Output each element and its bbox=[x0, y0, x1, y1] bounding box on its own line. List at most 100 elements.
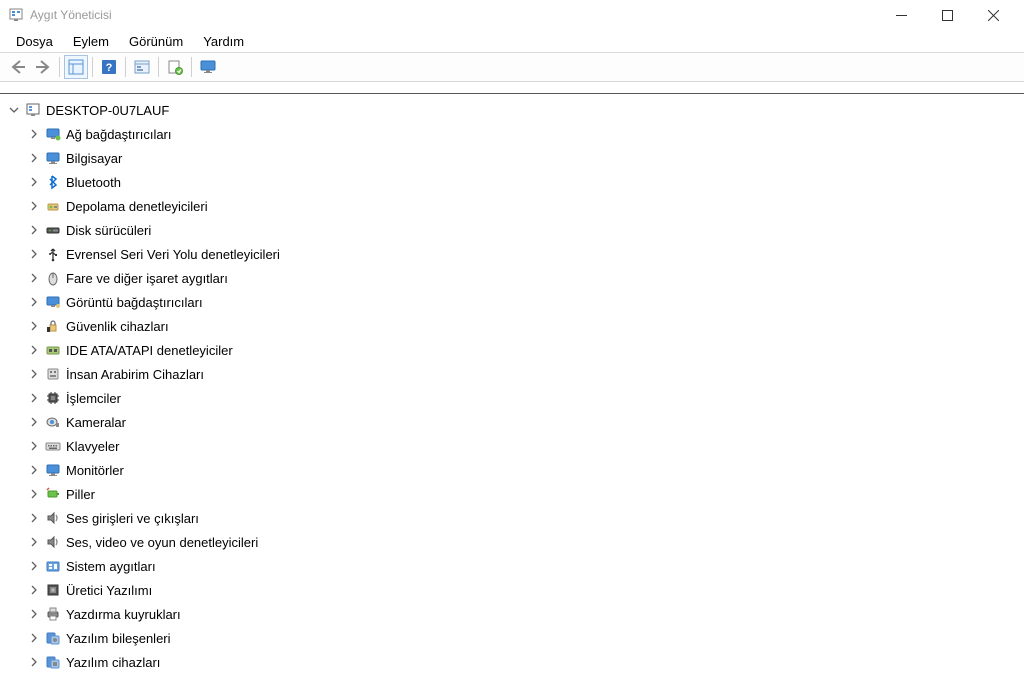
bluetooth-icon bbox=[44, 173, 62, 191]
camera-icon bbox=[44, 413, 62, 431]
tree-category[interactable]: Evrensel Seri Veri Yolu denetleyicileri bbox=[4, 242, 1024, 266]
chevron-right-icon[interactable] bbox=[26, 222, 42, 238]
toolbar-back-button[interactable] bbox=[6, 55, 30, 79]
computer-icon bbox=[44, 149, 62, 167]
tree-category[interactable]: Üretici Yazılımı bbox=[4, 578, 1024, 602]
window-controls bbox=[878, 0, 1016, 30]
maximize-button[interactable] bbox=[924, 0, 970, 30]
chevron-right-icon[interactable] bbox=[26, 366, 42, 382]
chevron-right-icon[interactable] bbox=[26, 174, 42, 190]
chevron-right-icon[interactable] bbox=[26, 630, 42, 646]
chevron-right-icon[interactable] bbox=[26, 126, 42, 142]
tree-category-label: IDE ATA/ATAPI denetleyiciler bbox=[66, 343, 233, 358]
toolbar: ? bbox=[0, 52, 1024, 82]
chevron-right-icon[interactable] bbox=[26, 294, 42, 310]
tree-category-label: Yazılım cihazları bbox=[66, 655, 160, 670]
chevron-down-icon[interactable] bbox=[6, 102, 22, 118]
tree-category[interactable]: Fare ve diğer işaret aygıtları bbox=[4, 266, 1024, 290]
chevron-right-icon[interactable] bbox=[26, 150, 42, 166]
tree-category[interactable]: Ses girişleri ve çıkışları bbox=[4, 506, 1024, 530]
tree-category-label: Piller bbox=[66, 487, 95, 502]
tree-category[interactable]: Yazdırma kuyrukları bbox=[4, 602, 1024, 626]
battery-icon bbox=[44, 485, 62, 503]
device-tree: DESKTOP-0U7LAUF Ağ bağdaştırıcıları Bilgi… bbox=[0, 94, 1024, 674]
toolbar-help-button[interactable]: ? bbox=[97, 55, 121, 79]
tree-category[interactable]: Kameralar bbox=[4, 410, 1024, 434]
title-bar: Aygıt Yöneticisi bbox=[0, 0, 1024, 30]
storage-icon bbox=[44, 197, 62, 215]
tree-category[interactable]: Klavyeler bbox=[4, 434, 1024, 458]
chevron-right-icon[interactable] bbox=[26, 582, 42, 598]
minimize-button[interactable] bbox=[878, 0, 924, 30]
close-button[interactable] bbox=[970, 0, 1016, 30]
software-dev-icon bbox=[44, 653, 62, 671]
audio-icon bbox=[44, 533, 62, 551]
toolbar-monitor-button[interactable] bbox=[196, 55, 220, 79]
hid-icon bbox=[44, 365, 62, 383]
menu-bar: Dosya Eylem Görünüm Yardım bbox=[0, 30, 1024, 52]
chevron-right-icon[interactable] bbox=[26, 318, 42, 334]
tree-category[interactable]: İnsan Arabirim Cihazları bbox=[4, 362, 1024, 386]
tree-category-label: Fare ve diğer işaret aygıtları bbox=[66, 271, 228, 286]
tree-root[interactable]: DESKTOP-0U7LAUF bbox=[4, 98, 1024, 122]
app-icon bbox=[8, 7, 24, 23]
menu-action[interactable]: Eylem bbox=[63, 32, 119, 51]
menu-help[interactable]: Yardım bbox=[193, 32, 254, 51]
tree-category[interactable]: Bluetooth bbox=[4, 170, 1024, 194]
toolbar-scan-button[interactable] bbox=[163, 55, 187, 79]
chevron-right-icon[interactable] bbox=[26, 438, 42, 454]
computer-root-icon bbox=[24, 101, 42, 119]
tree-category[interactable]: Sistem aygıtları bbox=[4, 554, 1024, 578]
chevron-right-icon[interactable] bbox=[26, 246, 42, 262]
tree-category[interactable]: Görüntü bağdaştırıcıları bbox=[4, 290, 1024, 314]
window-title: Aygıt Yöneticisi bbox=[30, 8, 878, 22]
chevron-right-icon[interactable] bbox=[26, 342, 42, 358]
usb-icon bbox=[44, 245, 62, 263]
chevron-right-icon[interactable] bbox=[26, 510, 42, 526]
tree-category-label: Sistem aygıtları bbox=[66, 559, 156, 574]
tree-category[interactable]: Piller bbox=[4, 482, 1024, 506]
chevron-right-icon[interactable] bbox=[26, 270, 42, 286]
tree-category[interactable]: Ağ bağdaştırıcıları bbox=[4, 122, 1024, 146]
processor-icon bbox=[44, 389, 62, 407]
tree-category[interactable]: Ses, video ve oyun denetleyicileri bbox=[4, 530, 1024, 554]
chevron-right-icon[interactable] bbox=[26, 414, 42, 430]
tree-category[interactable]: Monitörler bbox=[4, 458, 1024, 482]
chevron-right-icon[interactable] bbox=[26, 558, 42, 574]
toolbar-properties-button[interactable] bbox=[130, 55, 154, 79]
chevron-right-icon[interactable] bbox=[26, 654, 42, 670]
menu-view[interactable]: Görünüm bbox=[119, 32, 193, 51]
tree-category-label: Yazdırma kuyrukları bbox=[66, 607, 181, 622]
audio-io-icon bbox=[44, 509, 62, 527]
tree-category[interactable]: Yazılım bileşenleri bbox=[4, 626, 1024, 650]
monitor-icon bbox=[44, 461, 62, 479]
toolbar-show-hide-button[interactable] bbox=[64, 55, 88, 79]
tree-category-label: Bilgisayar bbox=[66, 151, 122, 166]
chevron-right-icon[interactable] bbox=[26, 606, 42, 622]
tree-category-label: Monitörler bbox=[66, 463, 124, 478]
tree-category-label: Bluetooth bbox=[66, 175, 121, 190]
disk-icon bbox=[44, 221, 62, 239]
tree-category[interactable]: Yazılım cihazları bbox=[4, 650, 1024, 674]
tree-category-label: Üretici Yazılımı bbox=[66, 583, 152, 598]
chevron-right-icon[interactable] bbox=[26, 390, 42, 406]
chevron-right-icon[interactable] bbox=[26, 486, 42, 502]
menu-file[interactable]: Dosya bbox=[6, 32, 63, 51]
chevron-right-icon[interactable] bbox=[26, 462, 42, 478]
keyboard-icon bbox=[44, 437, 62, 455]
tree-category[interactable]: Güvenlik cihazları bbox=[4, 314, 1024, 338]
svg-text:?: ? bbox=[106, 62, 113, 74]
tree-category[interactable]: IDE ATA/ATAPI denetleyiciler bbox=[4, 338, 1024, 362]
tree-category[interactable]: Depolama denetleyicileri bbox=[4, 194, 1024, 218]
tree-category-label: Disk sürücüleri bbox=[66, 223, 151, 238]
tree-root-label: DESKTOP-0U7LAUF bbox=[46, 103, 169, 118]
tree-category[interactable]: İşlemciler bbox=[4, 386, 1024, 410]
system-icon bbox=[44, 557, 62, 575]
tree-category[interactable]: Bilgisayar bbox=[4, 146, 1024, 170]
tree-category[interactable]: Disk sürücüleri bbox=[4, 218, 1024, 242]
tree-category-label: İşlemciler bbox=[66, 391, 121, 406]
chevron-right-icon[interactable] bbox=[26, 534, 42, 550]
toolbar-forward-button[interactable] bbox=[31, 55, 55, 79]
tree-category-label: Ağ bağdaştırıcıları bbox=[66, 127, 172, 142]
chevron-right-icon[interactable] bbox=[26, 198, 42, 214]
